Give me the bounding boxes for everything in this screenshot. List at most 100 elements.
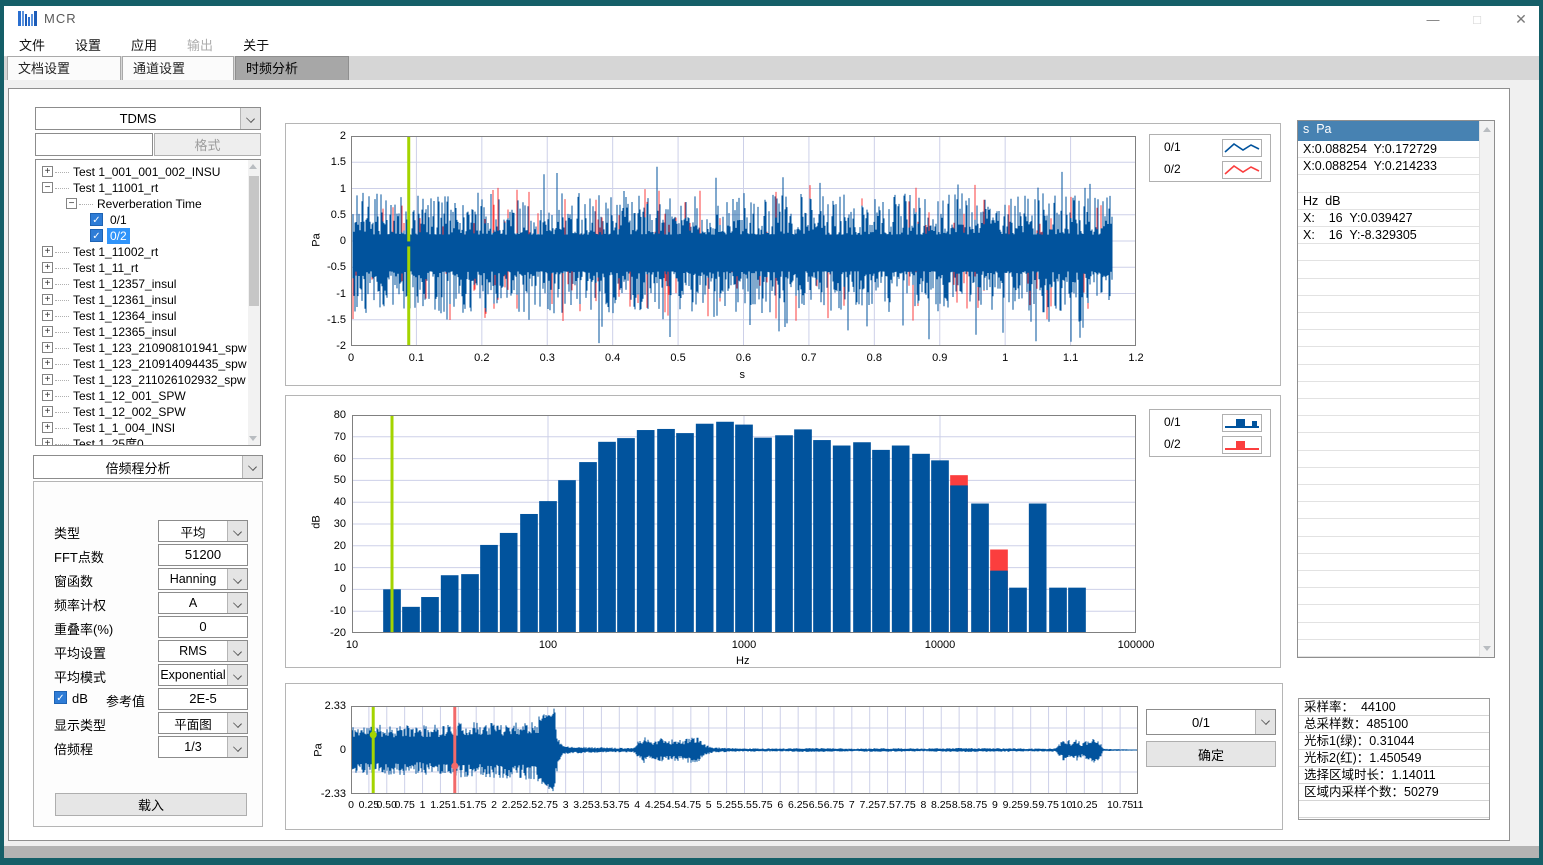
expand-icon[interactable]: +: [42, 374, 53, 385]
analysis-type-select[interactable]: 倍频程分析: [33, 455, 263, 479]
expand-icon[interactable]: +: [42, 342, 53, 353]
readout-row[interactable]: [1298, 554, 1479, 571]
chevron-down-icon[interactable]: [227, 713, 247, 733]
chevron-down-icon[interactable]: [242, 456, 262, 478]
readout-row[interactable]: [1298, 296, 1479, 313]
checkbox-checked-icon[interactable]: ✓: [90, 213, 103, 226]
octave-fraction-select[interactable]: 1/3: [158, 736, 248, 758]
tree-item[interactable]: −Reverberation Time: [36, 196, 246, 212]
readout-row[interactable]: X: 16 Y:-8.329305: [1298, 227, 1479, 244]
tree-item[interactable]: +Test 1_12357_insul: [36, 276, 246, 292]
readout-row[interactable]: Hz dB: [1298, 193, 1479, 210]
collapse-icon[interactable]: −: [42, 182, 53, 193]
octave-spectrum-plot[interactable]: [352, 415, 1136, 633]
tree-item[interactable]: +Test 1_12_001_SPW: [36, 388, 246, 404]
readout-row[interactable]: [1298, 416, 1479, 433]
readout-row[interactable]: [1298, 330, 1479, 347]
readout-scrollbar[interactable]: [1479, 121, 1494, 657]
readout-row[interactable]: [1298, 485, 1479, 502]
chevron-down-icon[interactable]: [227, 641, 247, 661]
readout-row[interactable]: [1298, 261, 1479, 278]
expand-icon[interactable]: +: [42, 438, 53, 446]
readout-row[interactable]: [1298, 588, 1479, 605]
tree-item[interactable]: +Test 1_12_002_SPW: [36, 404, 246, 420]
expand-icon[interactable]: +: [42, 422, 53, 433]
tab-channel-settings[interactable]: 通道设置: [122, 56, 234, 80]
expand-icon[interactable]: +: [42, 310, 53, 321]
maximize-button[interactable]: □: [1460, 8, 1494, 31]
readout-row[interactable]: [1298, 519, 1479, 536]
expand-icon[interactable]: +: [42, 390, 53, 401]
readout-row[interactable]: X:0.088254 Y:0.214233: [1298, 158, 1479, 175]
full-record-plot[interactable]: [351, 706, 1138, 794]
type-select[interactable]: 平均: [158, 520, 248, 542]
readout-row[interactable]: [1298, 468, 1479, 485]
scroll-thumb[interactable]: [249, 176, 259, 306]
tree-item[interactable]: +Test 1_12365_insul: [36, 324, 246, 340]
readout-header[interactable]: s Pa: [1298, 121, 1479, 141]
scroll-down-icon[interactable]: [249, 436, 257, 441]
average-mode-select[interactable]: Exponential: [158, 664, 248, 686]
reference-value-input[interactable]: 2E-5: [158, 688, 248, 710]
chevron-down-icon[interactable]: [227, 737, 247, 757]
file-filter-input[interactable]: [35, 133, 153, 156]
readout-row[interactable]: [1298, 502, 1479, 519]
db-checkbox-checked-icon[interactable]: ✓: [54, 691, 67, 704]
close-button[interactable]: ✕: [1504, 8, 1538, 31]
readout-row[interactable]: [1298, 365, 1479, 382]
cursor-readout-list[interactable]: s PaX:0.088254 Y:0.172729X:0.088254 Y:0.…: [1297, 120, 1495, 658]
display-type-select[interactable]: 平面图: [158, 712, 248, 734]
readout-row[interactable]: [1298, 623, 1479, 640]
expand-icon[interactable]: +: [42, 166, 53, 177]
readout-row[interactable]: [1298, 451, 1479, 468]
fft-points-input[interactable]: 51200: [158, 544, 248, 566]
tab-time-frequency-analysis[interactable]: 时频分析: [235, 56, 349, 80]
tree-scrollbar[interactable]: [248, 160, 260, 445]
scroll-up-icon[interactable]: [1483, 127, 1491, 132]
readout-row[interactable]: X:0.088254 Y:0.172729: [1298, 141, 1479, 158]
expand-icon[interactable]: +: [42, 358, 53, 369]
tree-item[interactable]: ✓0/2: [36, 228, 246, 244]
tree-item[interactable]: +Test 1_123_210914094435_spw: [36, 356, 246, 372]
tree-item[interactable]: −Test 1_11001_rt: [36, 180, 246, 196]
file-format-select[interactable]: TDMS: [35, 107, 261, 130]
expand-icon[interactable]: +: [42, 262, 53, 273]
checkbox-checked-icon[interactable]: ✓: [90, 229, 103, 242]
readout-row[interactable]: [1298, 537, 1479, 554]
readout-row[interactable]: X: 16 Y:0.039427: [1298, 210, 1479, 227]
readout-row[interactable]: [1298, 347, 1479, 364]
tree-item[interactable]: +Test 1_12364_insul: [36, 308, 246, 324]
readout-row[interactable]: [1298, 382, 1479, 399]
readout-row[interactable]: [1298, 175, 1479, 192]
tree-item[interactable]: +Test 1_1_004_INSI: [36, 420, 246, 436]
chevron-down-icon[interactable]: [227, 593, 247, 613]
time-waveform-plot[interactable]: [351, 136, 1136, 346]
frequency-weighting-select[interactable]: A: [158, 592, 248, 614]
chevron-down-icon[interactable]: [227, 665, 247, 685]
average-setting-select[interactable]: RMS: [158, 640, 248, 662]
chevron-down-icon[interactable]: [240, 108, 260, 129]
chevron-down-icon[interactable]: [227, 521, 247, 541]
tree-item[interactable]: +Test 1_11_rt: [36, 260, 246, 276]
load-button[interactable]: 载入: [55, 793, 247, 816]
tree-item[interactable]: +Test 1_12361_insul: [36, 292, 246, 308]
tree-item[interactable]: +Test 1_25度0: [36, 436, 246, 446]
expand-icon[interactable]: +: [42, 326, 53, 337]
readout-row[interactable]: [1298, 640, 1479, 657]
readout-row[interactable]: [1298, 313, 1479, 330]
expand-icon[interactable]: +: [42, 294, 53, 305]
minimize-button[interactable]: —: [1416, 8, 1450, 31]
readout-row[interactable]: [1298, 279, 1479, 296]
file-tree[interactable]: +Test 1_001_001_002_INSU−Test 1_11001_rt…: [35, 159, 261, 446]
window-function-select[interactable]: Hanning: [158, 568, 248, 590]
expand-icon[interactable]: +: [42, 406, 53, 417]
collapse-icon[interactable]: −: [66, 198, 77, 209]
overlap-percent-input[interactable]: 0: [158, 616, 248, 638]
readout-row[interactable]: [1298, 399, 1479, 416]
readout-row[interactable]: [1298, 571, 1479, 588]
tab-document-settings[interactable]: 文档设置: [7, 56, 121, 80]
chevron-down-icon[interactable]: [1255, 710, 1275, 734]
tree-item[interactable]: +Test 1_123_210908101941_spw: [36, 340, 246, 356]
scroll-up-icon[interactable]: [249, 164, 257, 169]
tree-item[interactable]: ✓0/1: [36, 212, 246, 228]
